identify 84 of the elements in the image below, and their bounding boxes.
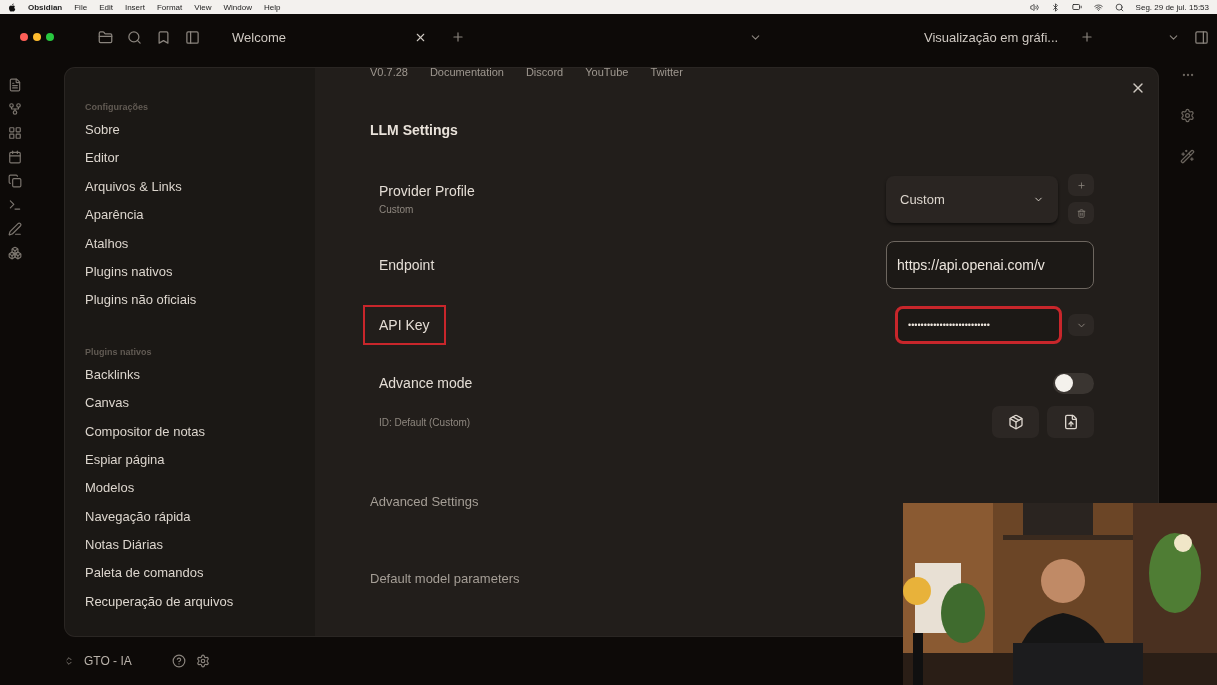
file-upload-icon — [1062, 414, 1079, 430]
header-link[interactable]: Discord — [525, 68, 564, 78]
delete-button[interactable] — [1068, 202, 1094, 224]
header-link[interactable]: Documentation — [429, 68, 504, 78]
close-window-button[interactable] — [20, 33, 28, 41]
zoom-window-button[interactable] — [46, 33, 54, 41]
updown-icon[interactable] — [64, 655, 74, 666]
upload-button[interactable] — [1047, 406, 1094, 438]
collapsed-section[interactable]: Default model parameters — [370, 571, 520, 589]
package-button[interactable] — [992, 406, 1039, 438]
folder-icon[interactable] — [98, 29, 113, 45]
sidebar-toggle-icon[interactable] — [1194, 29, 1209, 45]
search-icon[interactable] — [1114, 2, 1124, 12]
menu-item[interactable]: Format — [156, 2, 183, 12]
setting-label: API Key — [363, 305, 446, 345]
trash-icon — [1076, 208, 1086, 218]
package-icon — [1007, 414, 1024, 430]
battery-icon[interactable] — [1071, 2, 1082, 12]
pen-icon[interactable] — [8, 222, 22, 236]
settings-icon[interactable] — [1180, 108, 1195, 123]
plus-icon — [1076, 180, 1086, 190]
sidebar-item[interactable]: Navegação rápida — [85, 508, 295, 538]
sidebar-item[interactable]: Compositor de notas — [85, 423, 295, 452]
sidebar-heading: Plugins nativos — [85, 346, 153, 359]
sidebar-item[interactable]: Aparência — [85, 207, 295, 236]
sidebar-item[interactable]: Modelos — [85, 480, 295, 509]
id-text: ID: Default (Custom) — [379, 416, 472, 428]
provider-select[interactable]: Custom — [886, 175, 1058, 223]
sidebar-item[interactable]: Atalhos — [85, 235, 295, 264]
plus-icon[interactable] — [1080, 30, 1094, 44]
sidebar-item[interactable]: Editor — [85, 150, 295, 179]
sidebar-item[interactable]: Espiar página — [85, 451, 295, 481]
volume-icon[interactable] — [1029, 2, 1039, 12]
grid-icon[interactable] — [8, 126, 22, 140]
collapsed-section[interactable]: Advanced Settings — [370, 494, 479, 512]
terminal-icon[interactable] — [8, 198, 22, 212]
endpoint-field[interactable]: https://api.openai.com/v — [886, 241, 1094, 289]
sidebar-item[interactable]: Notas Diárias — [85, 537, 295, 566]
calendar-icon[interactable] — [8, 150, 22, 164]
menubar-clock: Seg. 29 de jul. 15:53 — [1135, 2, 1209, 12]
settings-icon[interactable] — [195, 653, 210, 668]
tab[interactable]: Visualização em gráfi... — [906, 22, 1066, 52]
wand-icon[interactable] — [1180, 149, 1195, 164]
menu-item[interactable]: File — [74, 2, 88, 12]
search-icon[interactable] — [127, 29, 142, 45]
api-key-field[interactable]: •••••••••••••••••••••••••• — [895, 306, 1062, 344]
sidebar-toggle-icon[interactable] — [185, 29, 200, 45]
advance-mode-toggle[interactable] — [1053, 372, 1094, 394]
sidebar-item[interactable]: Recuperação de arquivos — [85, 593, 295, 623]
menu-item[interactable]: View — [194, 2, 212, 12]
app-menu[interactable]: Obsidian — [28, 2, 63, 12]
setting-label: Advance mode — [379, 375, 473, 391]
header-link[interactable]: YouTube — [585, 68, 629, 78]
sidebar-item[interactable]: Sobre — [85, 122, 295, 151]
wifi-icon[interactable] — [1093, 2, 1103, 12]
setting-label: Provider Profile — [379, 183, 475, 199]
plus-icon[interactable] — [451, 30, 465, 44]
section-title: LLM Settings — [370, 122, 459, 140]
bookmark-icon[interactable] — [156, 29, 171, 45]
menu-item[interactable]: Help — [263, 2, 281, 12]
sidebar-heading: Configurações — [85, 102, 149, 114]
bluetooth-icon[interactable] — [1050, 2, 1060, 12]
header-link[interactable]: Twitter — [650, 68, 683, 78]
tab[interactable]: Welcome — [222, 22, 437, 52]
vault-name[interactable]: GTO - IA — [84, 653, 132, 668]
sidebar-item[interactable]: Plugins não oficiais — [85, 292, 295, 321]
menu-item[interactable]: Window — [223, 2, 252, 12]
setting-label: Endpoint — [379, 257, 435, 273]
setting-description: Custom — [379, 204, 415, 215]
file-icon[interactable] — [8, 78, 22, 92]
sidebar-item[interactable]: Paleta de comandos — [85, 565, 295, 594]
menu-item[interactable]: Insert — [124, 2, 145, 12]
version-text: V0.7.28 — [370, 68, 408, 78]
copy-icon[interactable] — [8, 174, 22, 188]
apple-icon[interactable] — [8, 2, 16, 12]
sidebar-item[interactable]: Arquivos & Links — [85, 178, 295, 208]
menu-item[interactable]: Edit — [99, 2, 113, 12]
boxes-icon[interactable] — [8, 246, 22, 260]
fork-icon[interactable] — [8, 102, 22, 116]
sidebar-item[interactable]: Canvas — [85, 395, 295, 424]
sidebar-item[interactable]: Plugins nativos — [85, 263, 295, 293]
sidebar-item[interactable]: Backlinks — [85, 366, 295, 396]
minimize-window-button[interactable] — [33, 33, 41, 41]
help-icon[interactable] — [171, 653, 186, 668]
